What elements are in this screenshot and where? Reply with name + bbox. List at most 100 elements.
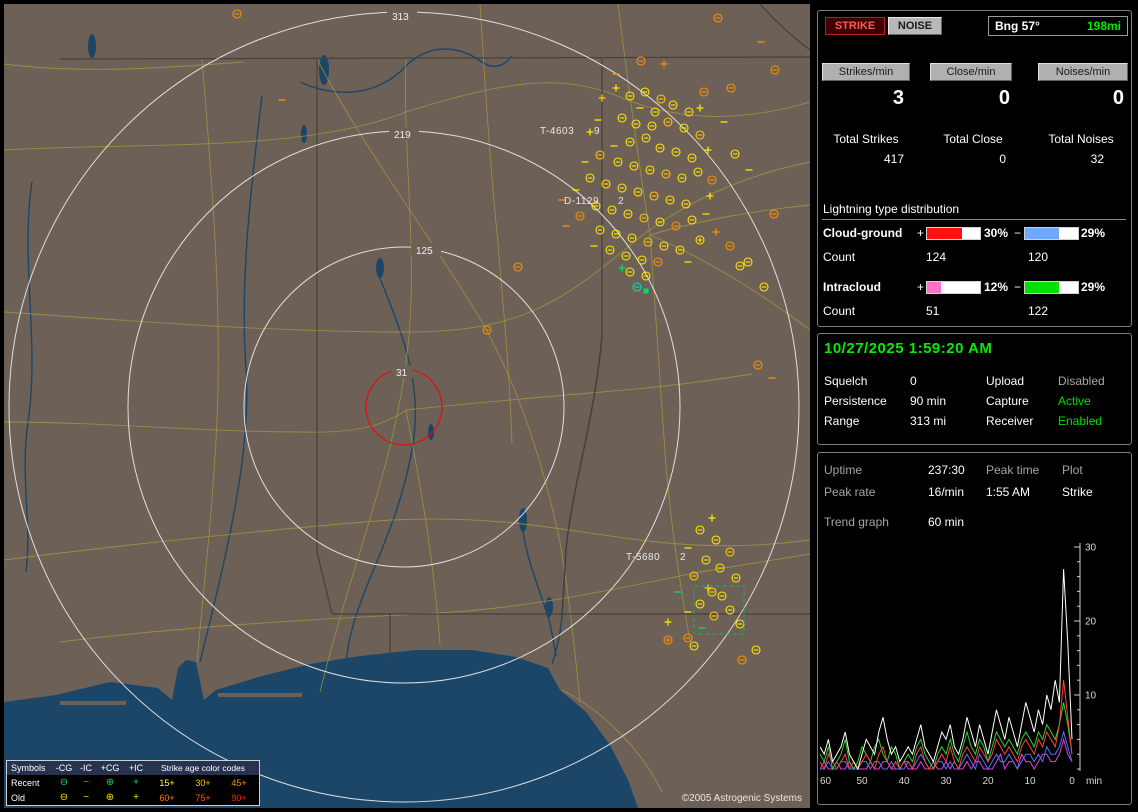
- app-window: { "map": { "rings": [ {"label":"313","x"…: [0, 0, 1138, 812]
- pos-ic-recent-icon: +: [133, 776, 139, 788]
- trend-y-label: 10: [1085, 691, 1097, 702]
- legend-row-recent: Recent ⊖ − ⊕ + 15+ 30+ 45+: [7, 775, 259, 790]
- trend-x-label: 40: [898, 776, 910, 787]
- bearing-range: 198mi: [1086, 19, 1121, 33]
- bearing-readout: Bng 57° 198mi: [988, 16, 1128, 36]
- distribution-title: Lightning type distribution: [823, 202, 960, 216]
- age-code: 75+: [195, 792, 211, 803]
- strike-indicator-button[interactable]: STRIKE: [825, 17, 885, 35]
- age-code: 60+: [159, 792, 175, 803]
- plus-sign: +: [917, 226, 925, 240]
- count-label: Count: [823, 304, 856, 318]
- age-code: 15+: [159, 777, 175, 788]
- legend-col-pos-cg: +CG: [100, 763, 120, 773]
- minus-sign: −: [1014, 226, 1022, 240]
- settings-box: 10/27/2025 1:59:20 AM Squelch 0 Upload D…: [817, 333, 1132, 445]
- legend-col-pos-ic: +IC: [128, 763, 144, 773]
- storm-cell-count: 2: [618, 196, 624, 207]
- range-label: Range: [824, 414, 860, 428]
- plot-value: Strike: [1062, 485, 1093, 499]
- strike-symbol: [643, 288, 649, 294]
- trend-graph: 10 20 30 60 50 40 30 20 10 0 min: [820, 543, 1102, 787]
- cg-minus-pct: 29%: [1081, 226, 1106, 240]
- trend-x-label: 10: [1024, 776, 1036, 787]
- neg-ic-recent-icon: −: [83, 776, 89, 788]
- neg-cg-old-icon: ⊖: [59, 791, 69, 803]
- close-per-min-header[interactable]: Close/min: [930, 63, 1012, 81]
- strikes-per-min-value: 3: [892, 87, 904, 109]
- ring-label: 125: [416, 246, 433, 257]
- cg-plus-bar: [926, 227, 981, 240]
- storm-cell-id: T-5680: [626, 552, 660, 563]
- intracloud-label: Intracloud: [823, 280, 882, 294]
- trend-y-label: 20: [1085, 617, 1097, 628]
- total-strikes-label: Total Strikes: [833, 132, 899, 146]
- storm-cell-count: 9: [594, 126, 600, 137]
- cg-plus-bar-fill: [927, 228, 962, 239]
- uptime-label: Uptime: [824, 463, 863, 477]
- age-code: 45+: [231, 777, 247, 788]
- divider: [822, 219, 1126, 220]
- plus-sign: +: [917, 280, 925, 294]
- noises-per-min-value: 0: [1112, 87, 1124, 109]
- trend-series-blue: [820, 730, 1073, 771]
- trend-series-green: [820, 702, 1073, 771]
- capture-label: Capture: [986, 394, 1029, 408]
- receiver-status: Enabled: [1058, 414, 1103, 428]
- cg-minus-count: 120: [1028, 250, 1049, 264]
- ic-minus-bar-fill: [1025, 282, 1059, 293]
- legend-symbols-title: Symbols: [11, 763, 46, 773]
- legend-col-neg-ic: -IC: [80, 763, 92, 773]
- pos-ic-old-icon: +: [133, 791, 139, 803]
- ring-label: 313: [392, 12, 409, 23]
- persistence-label: Persistence: [824, 394, 887, 408]
- ic-minus-bar: [1024, 281, 1079, 294]
- peak-rate-value: 16/min: [928, 485, 965, 499]
- age-code: 30+: [195, 777, 211, 788]
- legend-row-label: Old: [11, 792, 26, 803]
- noise-indicator-button[interactable]: NOISE: [888, 17, 942, 35]
- noises-per-min-header[interactable]: Noises/min: [1038, 63, 1128, 81]
- receiver-label: Receiver: [986, 414, 1034, 428]
- cg-plus-count: 124: [926, 250, 947, 264]
- legend-row-label: Recent: [11, 777, 40, 788]
- trend-x-label: 50: [856, 776, 868, 787]
- minus-sign: −: [1014, 280, 1022, 294]
- ring-label: 219: [394, 130, 411, 141]
- datetime-display: 10/27/2025 1:59:20 AM: [824, 340, 993, 357]
- neg-ic-old-icon: −: [83, 791, 89, 803]
- trend-window-value: 60 min: [928, 515, 965, 529]
- upload-label: Upload: [986, 374, 1025, 388]
- peak-time-value: 1:55 AM: [986, 485, 1031, 499]
- count-label: Count: [823, 250, 856, 264]
- squelch-label: Squelch: [824, 374, 868, 388]
- strikes-per-min-header[interactable]: Strikes/min: [822, 63, 910, 81]
- trend-graph-label: Trend graph: [824, 515, 889, 529]
- total-noises-value: 32: [1090, 152, 1104, 166]
- ring-label: 31: [396, 368, 408, 379]
- trend-x-label: 20: [982, 776, 994, 787]
- ic-plus-bar: [926, 281, 981, 294]
- total-strikes-value: 417: [883, 152, 904, 166]
- close-per-min-value: 0: [998, 87, 1010, 109]
- plot-label: Plot: [1062, 463, 1083, 477]
- map-canvas: 313 219 125 31 T-4603 9 D-1129 2 T-5680 …: [4, 4, 810, 808]
- trend-x-label: 0: [1069, 776, 1075, 787]
- capture-status: Active: [1058, 394, 1091, 408]
- ic-plus-count: 51: [926, 304, 940, 318]
- cg-minus-bar-fill: [1025, 228, 1059, 239]
- lightning-map[interactable]: 313 219 125 31 T-4603 9 D-1129 2 T-5680 …: [4, 4, 810, 808]
- trend-y-label: 30: [1085, 543, 1097, 554]
- age-code: 90+: [231, 792, 247, 803]
- trend-x-label: 30: [940, 776, 952, 787]
- total-noises-label: Total Noises: [1048, 132, 1114, 146]
- trend-box: Uptime 237:30 Peak time Plot Peak rate 1…: [817, 452, 1132, 805]
- peak-rate-label: Peak rate: [824, 485, 876, 499]
- symbols-legend: Symbols -CG -IC +CG +IC Strike age color…: [6, 760, 260, 806]
- storm-cell-id: T-4603: [540, 126, 574, 137]
- trend-x-label: 60: [820, 776, 832, 787]
- upload-status: Disabled: [1058, 374, 1105, 388]
- pos-cg-recent-icon: ⊕: [105, 776, 115, 788]
- legend-col-neg-cg: -CG: [55, 763, 73, 773]
- legend-age-title: Strike age color codes: [160, 763, 246, 773]
